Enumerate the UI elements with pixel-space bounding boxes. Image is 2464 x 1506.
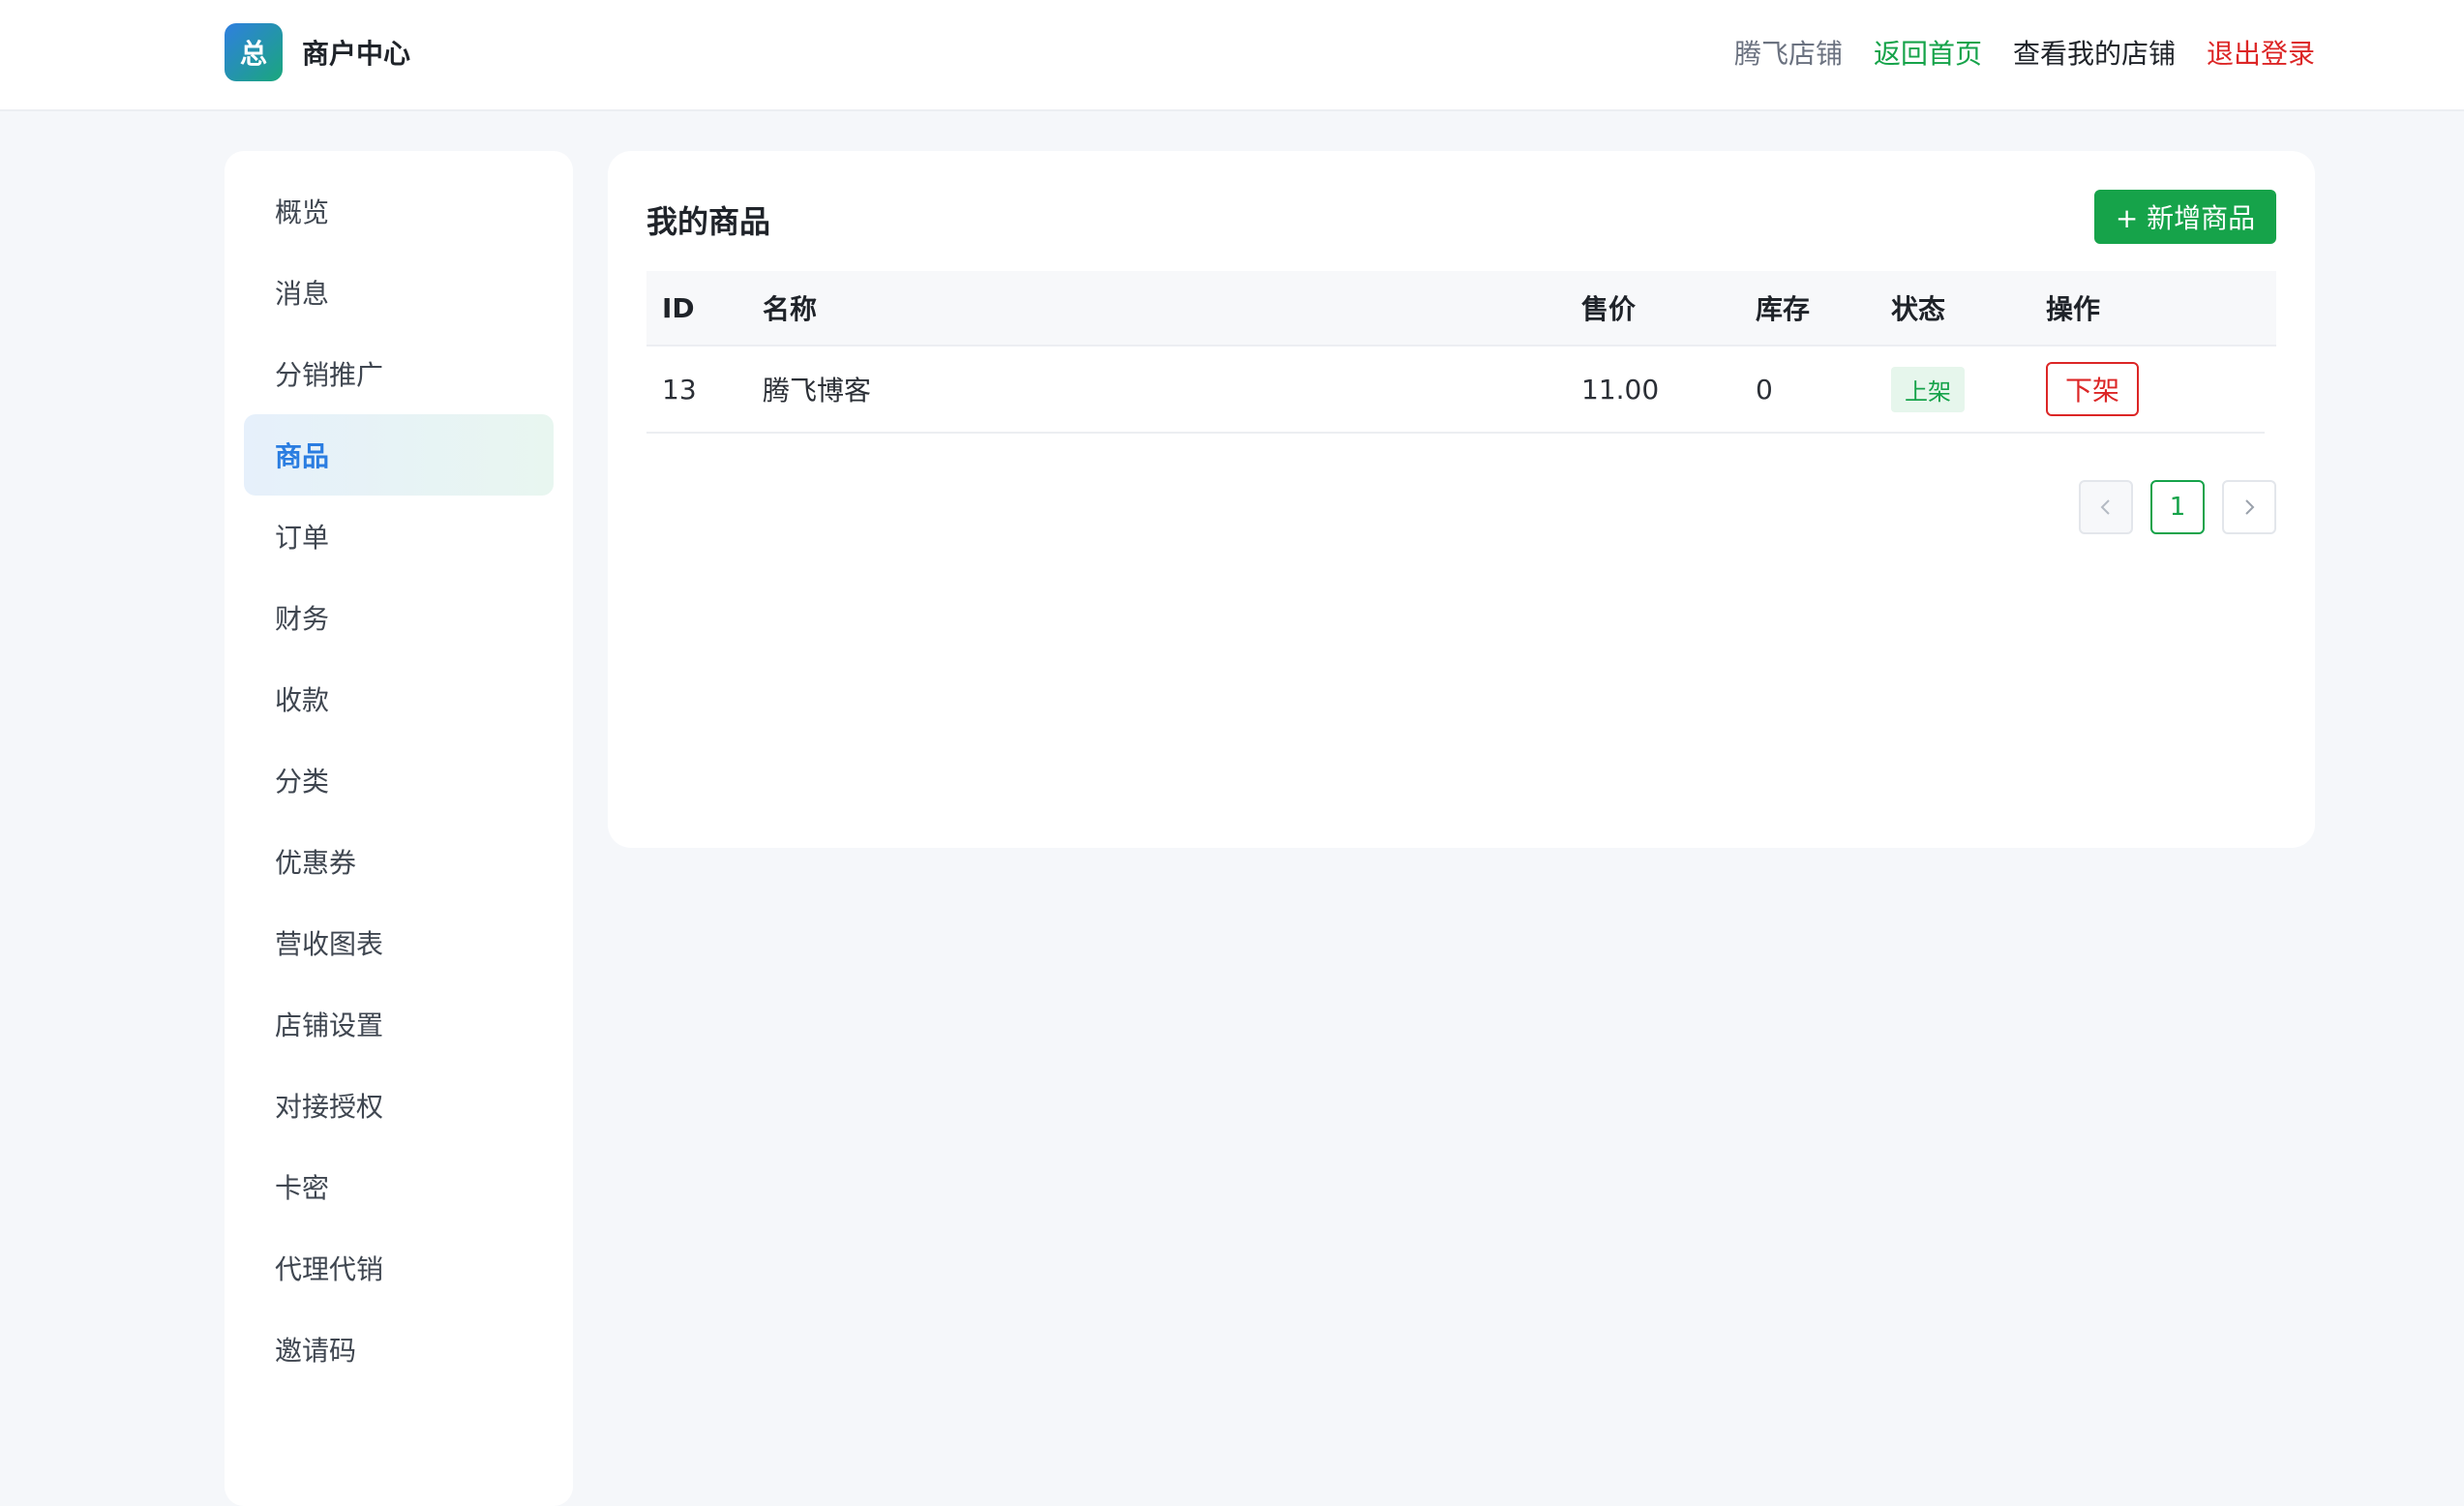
column-header-stock: 库存 bbox=[1756, 293, 1811, 325]
sidebar-item-api-auth[interactable]: 对接授权 bbox=[244, 1065, 554, 1146]
status-badge: 上架 bbox=[1891, 366, 1965, 412]
top-links: 腾飞店铺 返回首页 查看我的店铺 退出登录 bbox=[1703, 29, 2315, 75]
sidebar-item-invite-codes[interactable]: 邀请码 bbox=[244, 1309, 554, 1390]
cell-name: 腾飞博客 bbox=[763, 375, 872, 407]
sidebar-item-messages[interactable]: 消息 bbox=[244, 252, 554, 333]
top-bar: 总 商户中心 腾飞店铺 返回首页 查看我的店铺 退出登录 bbox=[0, 0, 2464, 111]
delist-button[interactable]: 下架 bbox=[2046, 362, 2139, 416]
view-store-link[interactable]: 查看我的店铺 bbox=[2013, 33, 2176, 72]
column-header-name: 名称 bbox=[763, 293, 818, 325]
sidebar-item-agent-sales[interactable]: 代理代销 bbox=[244, 1227, 554, 1309]
page-title: 我的商品 bbox=[646, 203, 771, 240]
page-button-current[interactable]: 1 bbox=[2150, 480, 2205, 534]
add-product-button[interactable]: + 新增商品 bbox=[2094, 190, 2276, 244]
table-header: ID 名称 售价 库存 状态 操作 bbox=[646, 271, 2276, 346]
column-header-id: ID bbox=[662, 291, 695, 324]
chevron-right-icon bbox=[2245, 499, 2255, 515]
sidebar-item-overview[interactable]: 概览 bbox=[244, 170, 554, 252]
sidebar-item-card-keys[interactable]: 卡密 bbox=[244, 1146, 554, 1227]
sidebar-item-revenue-charts[interactable]: 营收图表 bbox=[244, 902, 554, 983]
products-table: ID 名称 售价 库存 状态 操作 13 腾飞博客 11.00 0 上架 下架 bbox=[646, 271, 2276, 434]
sidebar-item-categories[interactable]: 分类 bbox=[244, 739, 554, 821]
column-header-status: 状态 bbox=[1891, 293, 1946, 325]
cell-price: 11.00 bbox=[1581, 373, 1660, 406]
next-page-button[interactable] bbox=[2222, 480, 2276, 534]
sidebar-item-finance[interactable]: 财务 bbox=[244, 577, 554, 658]
cell-status: 上架 bbox=[1891, 366, 2046, 412]
column-header-action: 操作 bbox=[2046, 293, 2101, 325]
cell-action: 下架 bbox=[2046, 362, 2259, 416]
sidebar-item-distribution[interactable]: 分销推广 bbox=[244, 333, 554, 414]
sidebar-item-store-settings[interactable]: 店铺设置 bbox=[244, 983, 554, 1065]
cell-id: 13 bbox=[662, 373, 697, 406]
column-header-price: 售价 bbox=[1581, 293, 1637, 325]
products-panel: 我的商品 + 新增商品 ID 名称 售价 库存 状态 操作 13 腾飞博客 11… bbox=[608, 151, 2315, 848]
sidebar: 概览 消息 分销推广 商品 订单 财务 收款 分类 优惠券 营收图表 店铺设置 … bbox=[225, 151, 573, 1506]
chevron-left-icon bbox=[2100, 499, 2110, 515]
sidebar-item-products[interactable]: 商品 bbox=[244, 414, 554, 496]
brand[interactable]: 总 商户中心 bbox=[225, 23, 410, 81]
app-title: 商户中心 bbox=[302, 38, 411, 70]
prev-page-button[interactable] bbox=[2079, 480, 2133, 534]
sidebar-item-payments[interactable]: 收款 bbox=[244, 658, 554, 739]
cell-stock: 0 bbox=[1756, 373, 1773, 406]
logo-icon: 总 bbox=[225, 23, 283, 81]
table-row: 13 腾飞博客 11.00 0 上架 下架 bbox=[646, 346, 2265, 434]
home-link[interactable]: 返回首页 bbox=[1874, 33, 1982, 72]
sidebar-item-orders[interactable]: 订单 bbox=[244, 496, 554, 577]
logout-link[interactable]: 退出登录 bbox=[2207, 33, 2315, 72]
sidebar-item-coupons[interactable]: 优惠券 bbox=[244, 821, 554, 902]
add-product-button-label: + 新增商品 bbox=[2115, 202, 2256, 234]
pagination: 1 bbox=[2061, 480, 2276, 534]
shop-name-label: 腾飞店铺 bbox=[1733, 38, 1843, 70]
